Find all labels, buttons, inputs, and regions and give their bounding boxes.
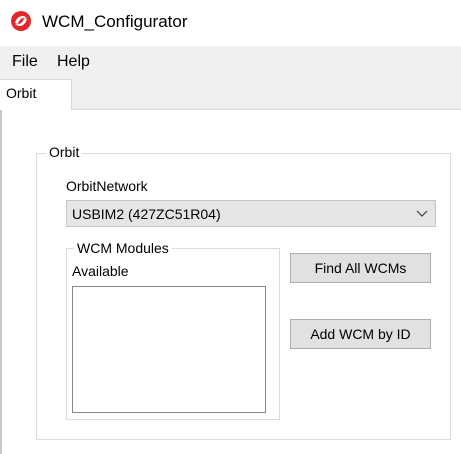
menu-bar: File Help	[0, 46, 461, 76]
app-logo-icon	[11, 11, 31, 31]
orbit-network-value: USBIM2 (427ZC51R04)	[72, 206, 221, 222]
available-label: Available	[72, 263, 129, 279]
tab-orbit[interactable]: Orbit	[0, 79, 72, 110]
orbit-groupbox-label: Orbit	[46, 144, 83, 160]
add-wcm-by-id-button[interactable]: Add WCM by ID	[290, 319, 431, 349]
window-title: WCM_Configurator	[42, 12, 188, 31]
orbit-network-dropdown[interactable]: USBIM2 (427ZC51R04)	[66, 200, 436, 227]
menu-help[interactable]: Help	[55, 52, 92, 72]
chevron-down-icon	[416, 210, 428, 217]
window-border	[0, 110, 2, 454]
available-wcm-listbox[interactable]	[72, 286, 266, 413]
menu-file[interactable]: File	[10, 52, 40, 72]
title-bar: WCM_Configurator	[0, 0, 461, 46]
wcm-modules-groupbox-label: WCM Modules	[74, 240, 172, 256]
tab-orbit-label: Orbit	[6, 85, 37, 101]
find-all-wcms-button[interactable]: Find All WCMs	[290, 253, 431, 283]
orbit-network-label: OrbitNetwork	[66, 178, 148, 194]
